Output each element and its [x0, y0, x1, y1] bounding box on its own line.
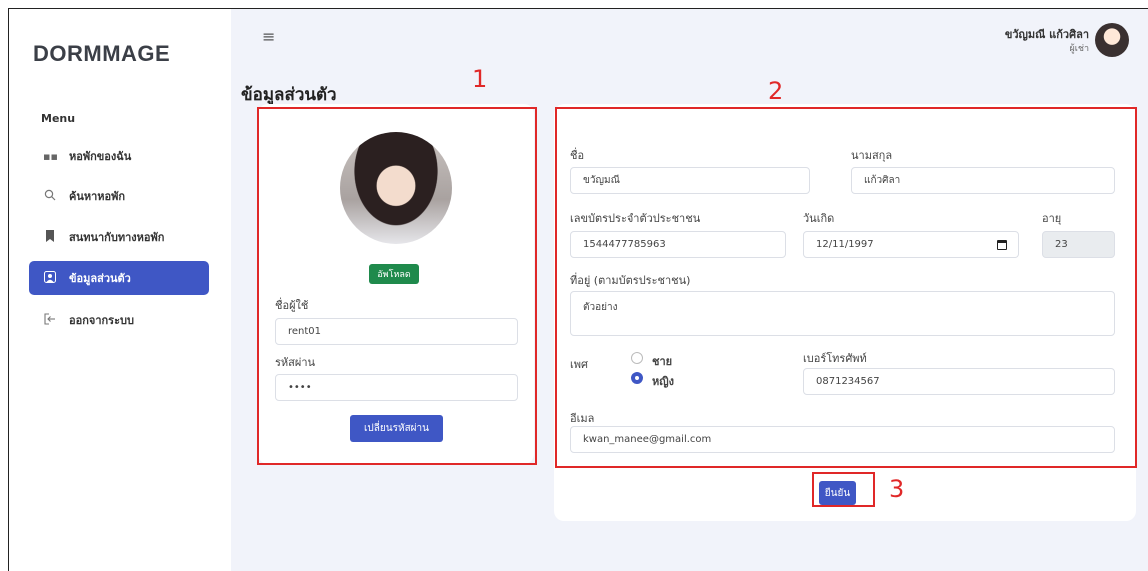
grid-icon: ▪▪ [43, 149, 58, 163]
annotation-box-2 [555, 107, 1137, 468]
header-user-role: ผู้เช่า [1069, 44, 1089, 54]
sidebar-item-chat[interactable]: สนทนากับทางหอพัก [29, 220, 209, 254]
bookmark-icon [43, 229, 57, 245]
logout-icon [43, 312, 57, 328]
menu-title: Menu [41, 112, 76, 125]
app-logo: DORMMAGE [33, 41, 171, 66]
hamburger-menu-icon[interactable]: ≡ [262, 27, 275, 46]
search-icon [43, 189, 57, 204]
sidebar-item-logout[interactable]: ออกจากระบบ [29, 303, 209, 337]
sidebar-item-profile[interactable]: ข้อมูลส่วนตัว [29, 261, 209, 295]
app-window: DORMMAGE Menu ▪▪ หอพักของฉัน ค้นหาหอพัก … [8, 8, 1148, 571]
annotation-box-1 [257, 107, 537, 465]
annotation-box-3 [812, 472, 875, 507]
sidebar-item-label: ค้นหาหอพัก [69, 190, 126, 203]
sidebar-item-label: ข้อมูลส่วนตัว [69, 272, 131, 285]
header-avatar[interactable] [1095, 23, 1129, 57]
sidebar-item-label: หอพักของฉัน [69, 150, 132, 163]
annotation-number-1: 1 [472, 65, 488, 93]
sidebar-item-my-dorm[interactable]: ▪▪ หอพักของฉัน [29, 139, 209, 173]
user-icon [43, 270, 57, 286]
sidebar-item-label: ออกจากระบบ [69, 314, 134, 327]
sidebar: DORMMAGE Menu ▪▪ หอพักของฉัน ค้นหาหอพัก … [9, 9, 231, 571]
sidebar-item-label: สนทนากับทางหอพัก [69, 231, 165, 244]
annotation-number-3: 3 [889, 475, 905, 503]
sidebar-item-search-dorm[interactable]: ค้นหาหอพัก [29, 179, 209, 213]
annotation-number-2: 2 [768, 77, 784, 105]
